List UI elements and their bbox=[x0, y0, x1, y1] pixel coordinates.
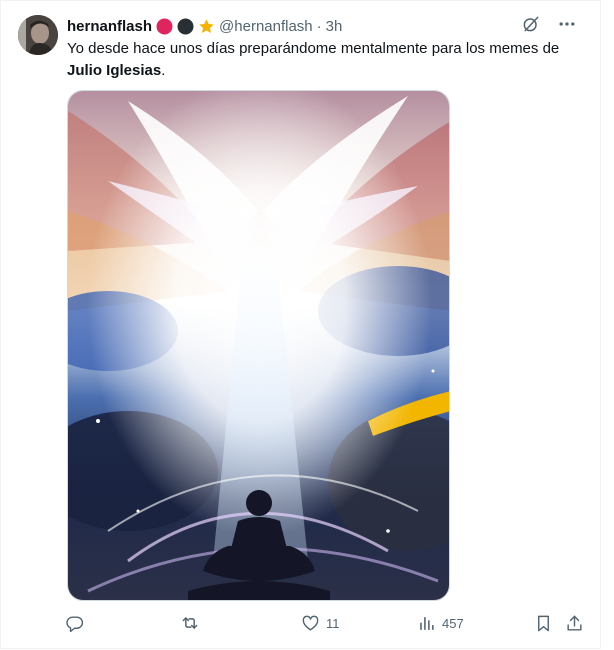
author-name[interactable]: hernanflash bbox=[67, 18, 152, 35]
share-icon bbox=[565, 614, 584, 633]
repost-icon bbox=[180, 613, 200, 633]
bookmark-icon bbox=[534, 614, 553, 633]
views-icon bbox=[417, 614, 436, 633]
share-button[interactable] bbox=[565, 611, 584, 635]
reply-button[interactable] bbox=[65, 611, 84, 635]
action-bar: 11 457 bbox=[65, 611, 590, 635]
tweet-text-bold: Julio Iglesias bbox=[67, 62, 162, 79]
views-button[interactable]: 457 bbox=[417, 611, 464, 635]
star-icon bbox=[198, 18, 215, 35]
like-count: 11 bbox=[326, 615, 340, 631]
black-circle-icon bbox=[177, 18, 194, 35]
more-icon[interactable] bbox=[556, 13, 578, 35]
tweet-card[interactable]: hernanflash @hernanflash · 3h Yo desde h… bbox=[0, 0, 601, 649]
repost-button[interactable] bbox=[180, 611, 200, 635]
timestamp[interactable]: 3h bbox=[326, 18, 343, 35]
avatar[interactable] bbox=[18, 15, 58, 55]
tweet-text-start: Yo desde hace unos días preparándome men… bbox=[67, 40, 560, 57]
like-button[interactable]: 11 bbox=[301, 611, 340, 635]
top-actions bbox=[520, 13, 578, 35]
author-handle[interactable]: @hernanflash bbox=[219, 18, 313, 35]
tweet-header: hernanflash @hernanflash · 3h bbox=[67, 15, 342, 37]
tweet-text-end: . bbox=[161, 62, 166, 79]
heart-icon bbox=[301, 614, 320, 633]
reply-icon bbox=[65, 614, 84, 633]
tweet-media-image[interactable] bbox=[67, 90, 450, 601]
bookmark-button[interactable] bbox=[534, 611, 553, 635]
tweet-text: Yo desde hace unos días preparándome men… bbox=[67, 38, 587, 82]
separator: · bbox=[316, 17, 322, 35]
grok-icon[interactable] bbox=[520, 13, 542, 35]
views-count: 457 bbox=[442, 615, 464, 631]
red-circle-icon bbox=[156, 18, 173, 35]
meditation-artwork bbox=[68, 91, 449, 600]
